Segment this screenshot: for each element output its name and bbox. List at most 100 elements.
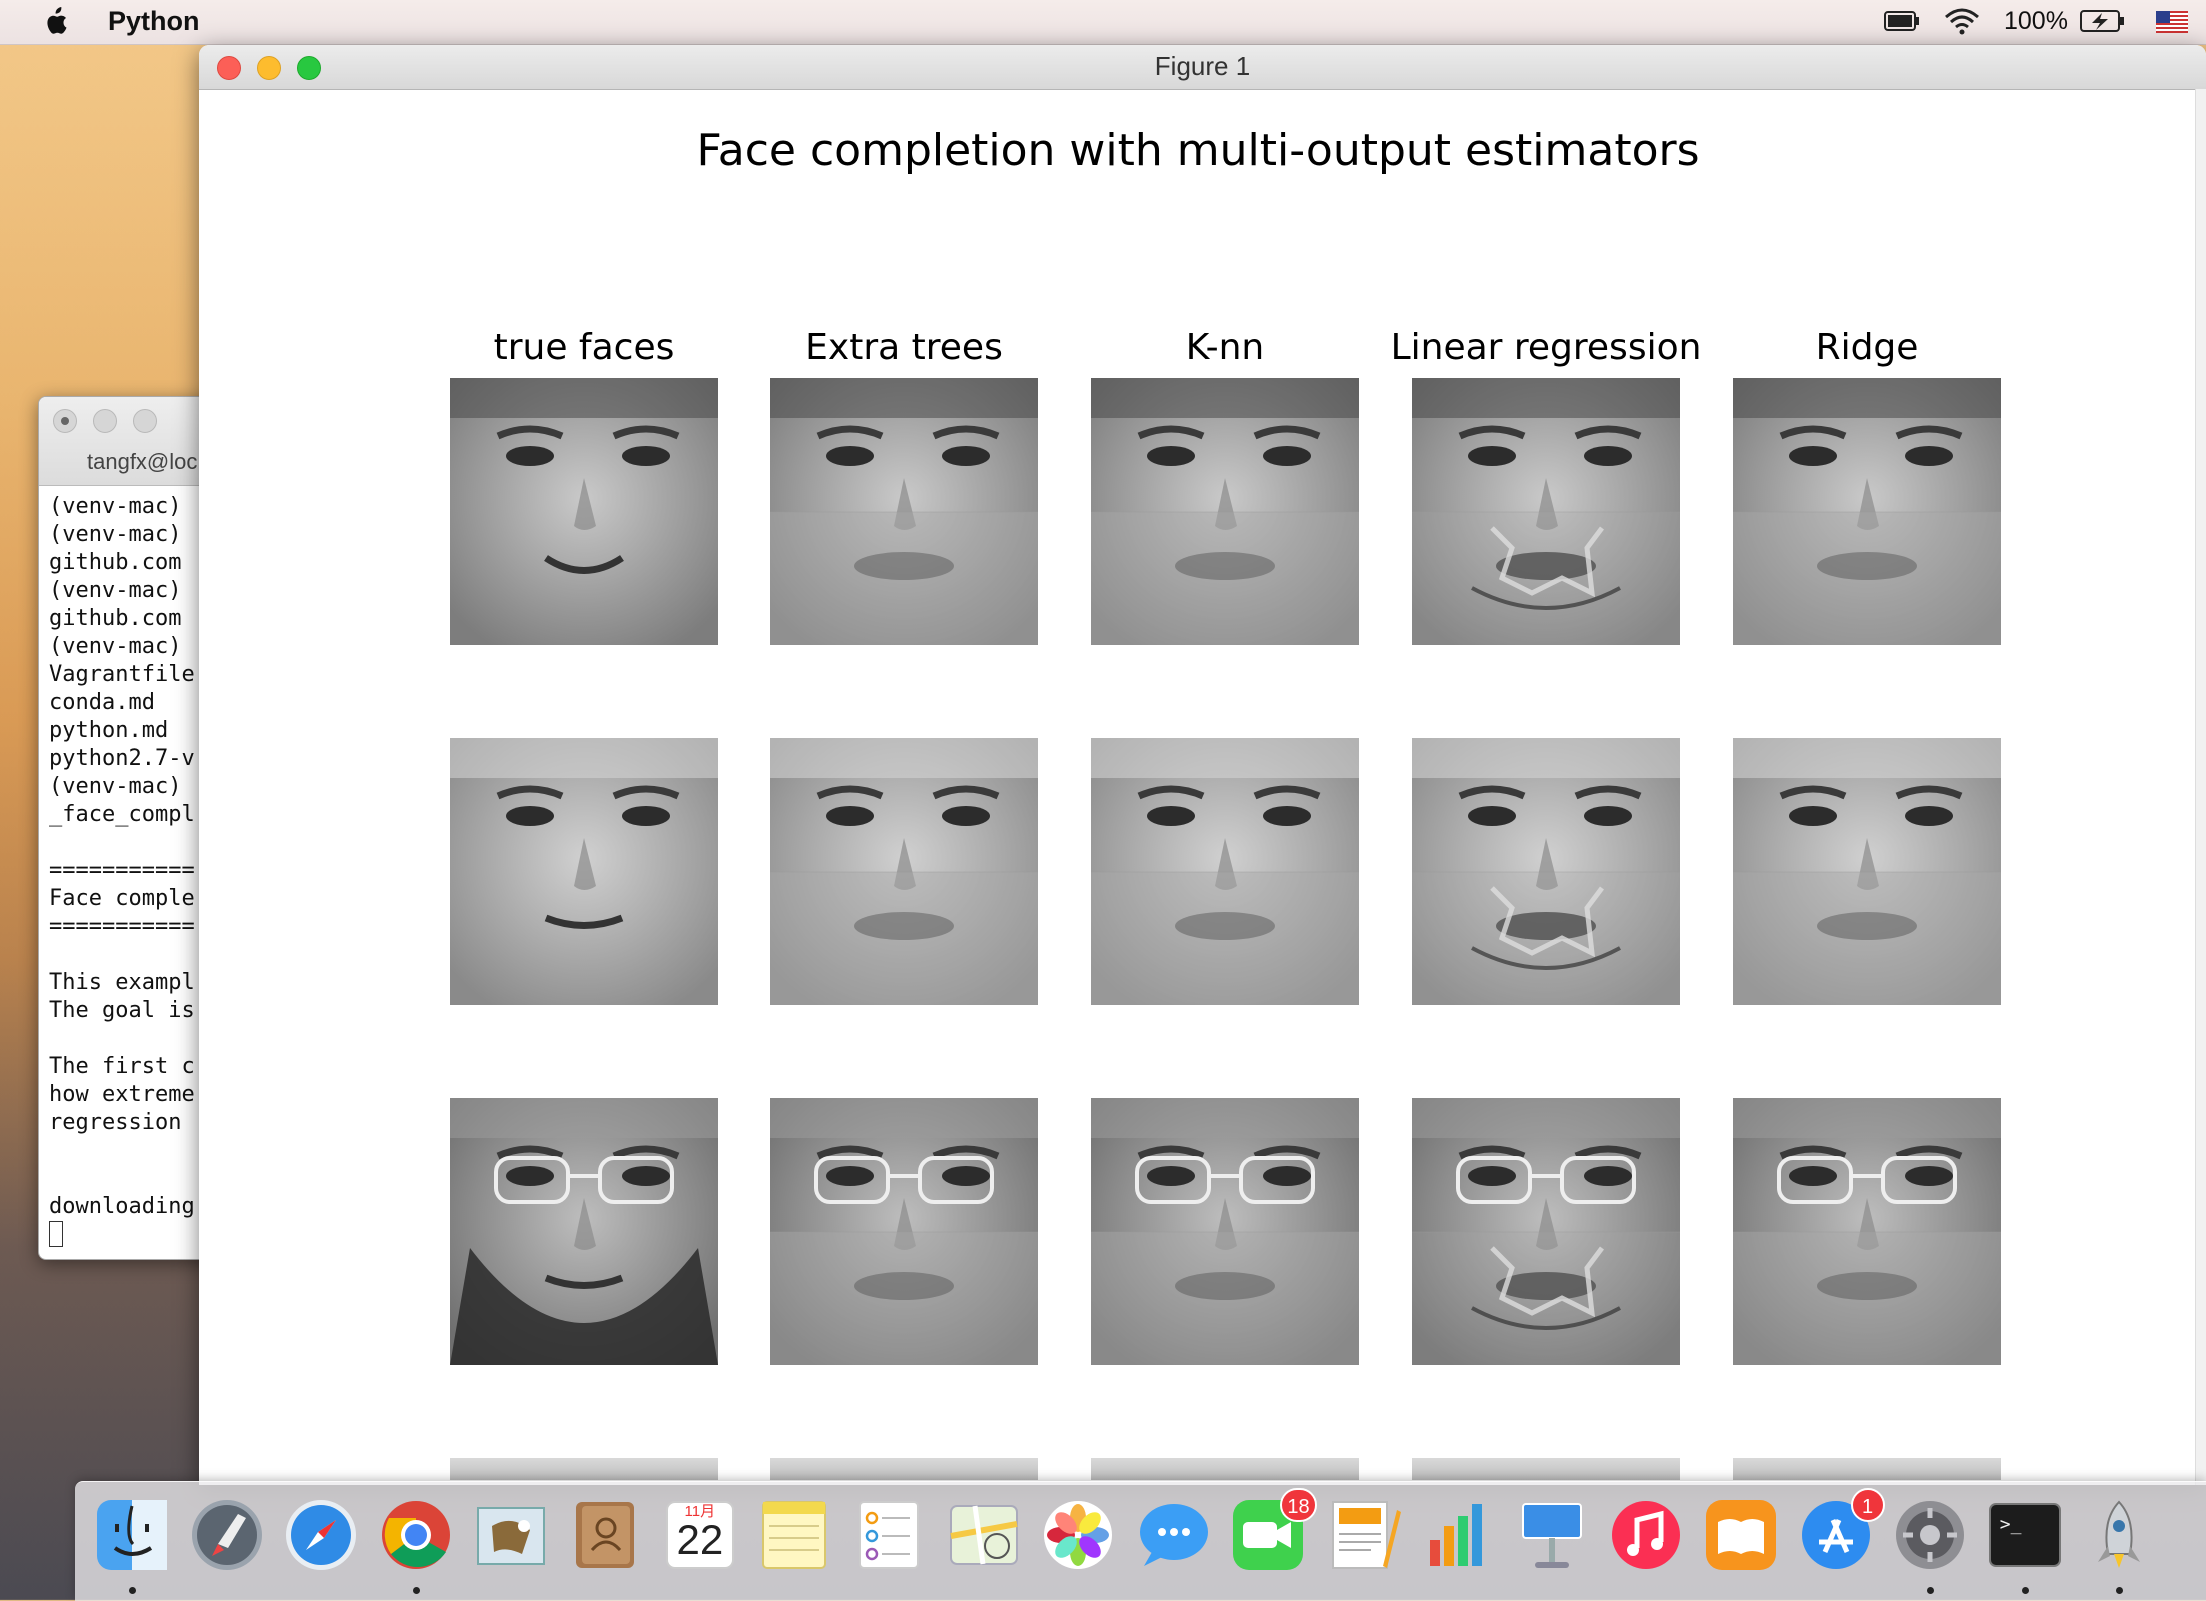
figure-scrollbar[interactable] <box>2195 89 2206 1485</box>
dock-item-safari[interactable] <box>282 1496 360 1574</box>
terminal-minimize-button[interactable] <box>93 409 117 433</box>
face-image <box>450 738 718 1005</box>
face-image <box>1091 738 1359 1005</box>
apple-icon[interactable] <box>42 4 68 38</box>
calendar-day: 22 <box>676 1516 724 1563</box>
running-indicator <box>2021 1587 2029 1594</box>
terminal-line: (venv-mac) <box>49 634 182 659</box>
terminal-output[interactable]: (venv-mac) (venv-mac) github.com (venv-mac)… <box>49 493 195 1221</box>
face-image <box>1091 1098 1359 1365</box>
terminal-line: (venv-mac) <box>49 774 182 799</box>
app-name-menu[interactable]: Python <box>108 6 200 37</box>
battery-charging-icon[interactable] <box>2080 9 2126 33</box>
python-rocket-icon <box>2098 1500 2141 1568</box>
dock-item-messages[interactable] <box>1134 1496 1212 1574</box>
mail-icon <box>476 1507 545 1565</box>
face-image-partial <box>450 1458 718 1480</box>
terminal-line: _face_compl <box>49 802 195 827</box>
running-indicator <box>412 1587 420 1594</box>
terminal-line: The goal is <box>49 998 195 1023</box>
dock-item-facetime[interactable]: 18 <box>1229 1488 1317 1574</box>
messages-icon <box>1140 1504 1209 1566</box>
terminal-line: regression <box>49 1110 182 1135</box>
terminal-line: (venv-mac) <box>49 522 182 547</box>
dock-item-photos[interactable] <box>1039 1496 1117 1574</box>
running-indicator <box>1927 1587 1935 1594</box>
column-title: Extra trees <box>805 327 1003 368</box>
terminal-line: github.com <box>49 606 182 631</box>
figure-window-title: Figure 1 <box>1154 51 1251 81</box>
terminal-cursor <box>49 1221 63 1247</box>
ibooks-icon <box>1705 1500 1776 1570</box>
terminal-line: =========== <box>49 858 195 883</box>
wifi-icon[interactable] <box>1942 6 1982 36</box>
dock-item-keynote[interactable] <box>1513 1496 1591 1574</box>
face-image <box>770 738 1038 1005</box>
figure-titlebar[interactable]: Figure 1 <box>199 45 2206 90</box>
face-image-partial <box>770 1458 1038 1480</box>
maps-icon <box>949 1505 1018 1565</box>
face-image <box>1412 378 1680 645</box>
face-image <box>1733 738 2001 1005</box>
dock-item-pages[interactable] <box>1323 1496 1402 1574</box>
terminal-window[interactable]: tangfx@loc (venv-mac) (venv-mac) github.co… <box>38 396 220 1260</box>
terminal-close-button[interactable] <box>53 409 77 433</box>
menu-bar: Python 100% <box>0 0 2206 45</box>
face-image <box>1412 738 1680 1005</box>
dock-item-launchpad[interactable] <box>188 1496 266 1574</box>
keynote-icon <box>1521 1503 1582 1568</box>
finder-icon <box>97 1500 167 1570</box>
face-image <box>1412 1098 1680 1365</box>
chrome-icon <box>381 1501 450 1569</box>
dock-item-terminal[interactable]: >_ <box>1986 1496 2064 1574</box>
dock-item-mail[interactable] <box>472 1496 550 1574</box>
dock-item-system-preferences[interactable] <box>1891 1496 1969 1574</box>
dock-item-numbers[interactable] <box>1418 1496 1496 1574</box>
dock-item-python-rocket[interactable] <box>2080 1496 2158 1574</box>
dock-item-contacts[interactable] <box>566 1496 644 1574</box>
dock-item-ibooks[interactable] <box>1702 1496 1780 1574</box>
numbers-icon <box>1429 1504 1482 1566</box>
launchpad-icon <box>191 1500 262 1570</box>
dock-item-itunes[interactable] <box>1607 1496 1685 1574</box>
terminal-zoom-button[interactable] <box>133 409 157 433</box>
safari-icon <box>286 1500 357 1570</box>
dock-item-finder[interactable] <box>93 1496 171 1574</box>
dock-item-app-store[interactable]: 1 <box>1797 1488 1885 1574</box>
us-flag-input-icon[interactable] <box>2156 11 2188 33</box>
dock-item-chrome[interactable] <box>377 1496 455 1574</box>
dock: 11月 22 18 1 >_ <box>75 1481 2206 1601</box>
terminal-line: downloading <box>49 1194 195 1219</box>
dock-item-maps[interactable] <box>945 1496 1023 1574</box>
notes-icon <box>762 1501 827 1569</box>
face-image-partial <box>1412 1458 1680 1480</box>
terminal-titlebar[interactable]: tangfx@loc <box>39 397 219 486</box>
terminal-line: (venv-mac) <box>49 578 182 603</box>
column-title: true faces <box>493 327 675 368</box>
face-image <box>770 378 1038 645</box>
terminal-line: Vagrantfile <box>49 662 195 687</box>
terminal-title: tangfx@loc <box>87 449 198 474</box>
dock-item-reminders[interactable] <box>850 1496 928 1574</box>
itunes-icon <box>1612 1501 1681 1569</box>
figure-window[interactable]: Figure 1 Face completion with multi-outp… <box>199 45 2206 1485</box>
terminal-line: python.md <box>49 718 169 743</box>
battery-status-icon[interactable] <box>1884 10 1920 32</box>
face-image <box>1733 378 2001 645</box>
reminders-icon <box>859 1501 920 1569</box>
column-title: Ridge <box>1815 327 1919 368</box>
dock-item-notes[interactable] <box>755 1496 833 1574</box>
face-image-partial <box>1733 1458 2001 1480</box>
terminal-line: github.com <box>49 550 182 575</box>
dock-item-calendar[interactable]: 11月 22 <box>661 1496 739 1574</box>
terminal-line: The first c <box>49 1054 195 1079</box>
system-preferences-icon <box>1896 1501 1965 1569</box>
terminal-line: Face comple <box>49 886 195 911</box>
column-title: Linear regression <box>1390 327 1702 368</box>
notification-badge: 1 <box>1850 1488 1885 1522</box>
face-image <box>1091 378 1359 645</box>
